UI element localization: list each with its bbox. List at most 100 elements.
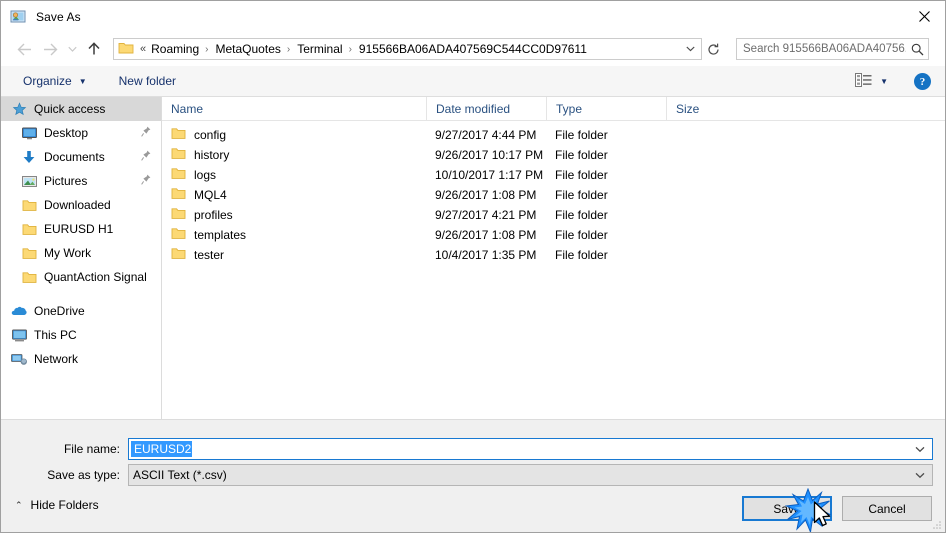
sidebar-item-my-work[interactable]: My Work <box>1 241 161 265</box>
sidebar-item-this-pc[interactable]: This PC <box>1 323 161 347</box>
sidebar-item-desktop[interactable]: Desktop <box>1 121 161 145</box>
save-label: Save <box>773 501 801 516</box>
file-rows: config 9/27/2017 4:44 PM File folder his… <box>162 121 945 265</box>
save-as-type-select[interactable]: ASCII Text (*.csv) <box>128 464 933 486</box>
recent-locations-button[interactable] <box>63 36 81 62</box>
breadcrumb-overflow[interactable]: « <box>138 43 149 55</box>
column-header-type[interactable]: Type <box>546 97 666 121</box>
organize-button[interactable]: Organize ▼ <box>15 69 95 93</box>
table-row[interactable]: tester 10/4/2017 1:35 PM File folder <box>162 245 945 265</box>
chevron-down-icon: ▼ <box>880 77 888 86</box>
file-type-cell: File folder <box>555 128 608 142</box>
file-name-cell: logs <box>162 167 426 183</box>
sidebar-item-downloaded[interactable]: Downloaded <box>1 193 161 217</box>
browser-body: Quick access Desktop Documents Pictures … <box>1 97 945 419</box>
breadcrumb[interactable]: « Roaming › MetaQuotes › Terminal › 9155… <box>136 42 679 56</box>
file-date-cell: 10/10/2017 1:17 PM <box>435 168 544 182</box>
breadcrumb-item-1[interactable]: Roaming <box>149 42 201 56</box>
sidebar-item-label: Downloaded <box>44 198 111 212</box>
cancel-button[interactable]: Cancel <box>842 496 932 521</box>
pin-icon[interactable] <box>141 174 151 188</box>
column-header-size[interactable]: Size <box>666 97 745 121</box>
file-name-input[interactable]: EURUSD2 <box>128 438 933 460</box>
table-row[interactable]: history 9/26/2017 10:17 PM File folder <box>162 145 945 165</box>
sidebar-item-documents[interactable]: Documents <box>1 145 161 169</box>
breadcrumb-item-4[interactable]: 915566BA06ADA407569C544CC0D97611 <box>357 42 589 56</box>
table-row[interactable]: logs 10/10/2017 1:17 PM File folder <box>162 165 945 185</box>
breadcrumb-item-3[interactable]: Terminal <box>295 42 344 56</box>
column-header-date-modified[interactable]: Date modified <box>426 97 546 121</box>
table-row[interactable]: profiles 9/27/2017 4:21 PM File folder <box>162 205 945 225</box>
table-row[interactable]: MQL4 9/26/2017 1:08 PM File folder <box>162 185 945 205</box>
sidebar-item-label: OneDrive <box>34 304 85 318</box>
organize-label: Organize <box>23 74 72 88</box>
sidebar-item-pictures[interactable]: Pictures <box>1 169 161 193</box>
search-input[interactable]: Search 915566BA06ADA40756... <box>737 43 906 55</box>
folder-icon <box>21 197 37 213</box>
folder-icon <box>171 247 186 263</box>
sidebar-item-onedrive[interactable]: OneDrive <box>1 299 161 323</box>
folder-icon <box>21 269 37 285</box>
breadcrumb-item-2[interactable]: MetaQuotes <box>214 42 283 56</box>
refresh-icon[interactable] <box>702 39 724 59</box>
change-view-button[interactable]: ▼ <box>851 73 892 90</box>
help-label: ? <box>919 75 926 88</box>
chevron-down-icon[interactable] <box>679 39 701 59</box>
breadcrumb-separator-icon: › <box>348 43 352 55</box>
sidebar-item-network[interactable]: Network <box>1 347 161 371</box>
table-row[interactable]: templates 9/26/2017 1:08 PM File folder <box>162 225 945 245</box>
sidebar-item-eurusd-h1[interactable]: EURUSD H1 <box>1 217 161 241</box>
chevron-down-icon[interactable] <box>908 439 932 459</box>
file-date-cell: 9/27/2017 4:21 PM <box>435 208 537 222</box>
new-folder-button[interactable]: New folder <box>111 69 184 93</box>
folder-icon <box>21 245 37 261</box>
table-row[interactable]: config 9/27/2017 4:44 PM File folder <box>162 125 945 145</box>
save-button[interactable]: Save <box>742 496 832 521</box>
cloud-icon <box>11 303 27 319</box>
forward-button[interactable] <box>37 36 63 62</box>
folder-icon <box>171 167 186 183</box>
sidebar-item-label: Documents <box>44 150 105 164</box>
file-name-cell: profiles <box>162 207 426 223</box>
file-name-label: tester <box>194 248 225 262</box>
search-icon <box>906 43 928 56</box>
file-name-label: profiles <box>194 208 233 222</box>
resize-grip[interactable] <box>931 519 943 531</box>
breadcrumb-separator-icon: › <box>205 43 209 55</box>
network-icon <box>11 351 27 367</box>
file-type-cell: File folder <box>555 248 608 262</box>
sidebar-item-quick-access[interactable]: Quick access <box>1 97 161 121</box>
hide-folders-label: Hide Folders <box>30 498 99 512</box>
file-date-cell: 9/26/2017 1:08 PM <box>435 188 537 202</box>
view-layout-icon <box>855 73 872 90</box>
hide-folders-button[interactable]: ⌃ Hide Folders <box>15 494 99 516</box>
file-name-cell: MQL4 <box>162 187 426 203</box>
pin-icon[interactable] <box>141 126 151 140</box>
back-button[interactable] <box>11 36 37 62</box>
pin-icon[interactable] <box>141 150 151 164</box>
column-header-name[interactable]: ⌃ Name <box>162 97 426 121</box>
title-bar: Save As <box>1 1 945 32</box>
save-form: File name: EURUSD2 Save as type: ASCII T… <box>1 419 945 489</box>
file-type-cell: File folder <box>555 148 608 162</box>
column-header-label: Type <box>556 101 583 116</box>
sidebar-item-quantaction-signal[interactable]: QuantAction Signal <box>1 265 161 289</box>
file-name-label: config <box>194 128 227 142</box>
column-header-label: Name <box>171 101 204 116</box>
search-box[interactable]: Search 915566BA06ADA40756... <box>736 38 929 60</box>
close-button[interactable] <box>901 1 945 32</box>
monitor-icon <box>21 125 37 141</box>
help-button[interactable]: ? <box>914 73 931 90</box>
up-button[interactable] <box>81 36 107 62</box>
address-bar[interactable]: « Roaming › MetaQuotes › Terminal › 9155… <box>113 38 702 60</box>
chevron-down-icon[interactable] <box>908 465 932 485</box>
file-name-cell: config <box>162 127 426 143</box>
sidebar-item-label: Desktop <box>44 126 89 140</box>
file-date-cell: 10/4/2017 1:35 PM <box>435 248 537 262</box>
folder-icon <box>118 41 134 58</box>
file-name-label: MQL4 <box>194 188 227 202</box>
chevron-down-icon: ▼ <box>78 76 87 86</box>
file-type-cell: File folder <box>555 208 608 222</box>
navigation-bar: « Roaming › MetaQuotes › Terminal › 9155… <box>1 32 945 66</box>
